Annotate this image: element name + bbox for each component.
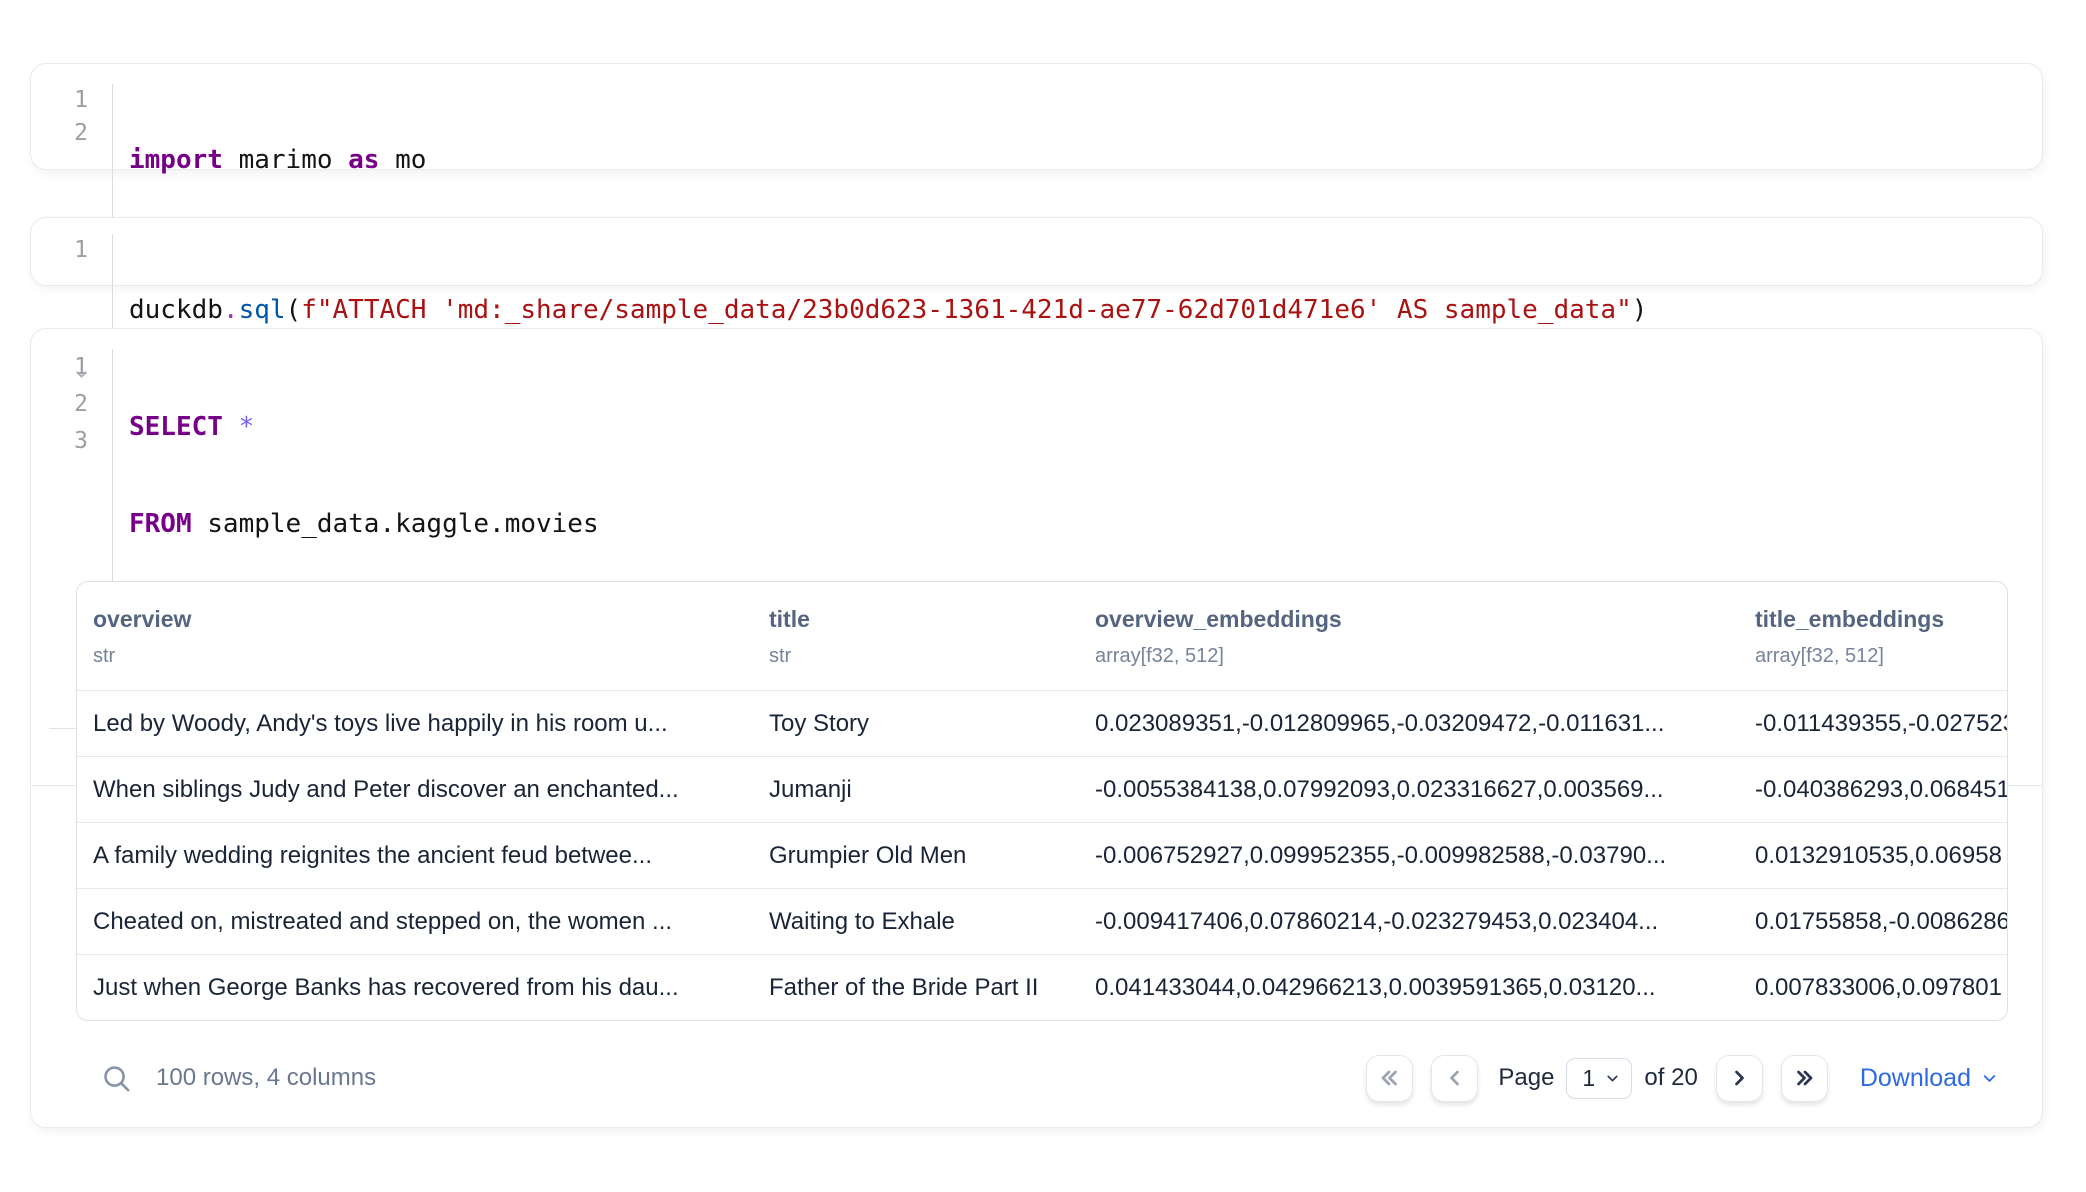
cell-overview: When siblings Judy and Peter discover an… <box>77 776 753 804</box>
chevron-down-icon <box>1604 1070 1621 1087</box>
cell-overview-embeddings: -0.006752927,0.099952355,-0.009982588,-0… <box>1079 842 1739 870</box>
code-token: duckdb <box>129 295 223 325</box>
page-label: Page <box>1498 1064 1554 1092</box>
code-line: duckdb.sql(f"ATTACH 'md:_share/sample_da… <box>129 294 1647 327</box>
code-token: sample_data.kaggle.movies <box>192 509 599 539</box>
code-line: FROM sample_data.kaggle.movies <box>129 506 599 543</box>
operator-token: . <box>223 295 239 325</box>
line-number: 1 <box>31 84 88 117</box>
double-chevron-right-icon <box>1792 1066 1816 1090</box>
code-token: ( <box>286 295 302 325</box>
cell-overview-embeddings: 0.041433044,0.042966213,0.0039591365,0.0… <box>1079 974 1739 1002</box>
cell-title: Jumanji <box>753 776 1079 804</box>
cell-overview: Cheated on, mistreated and stepped on, t… <box>77 908 753 936</box>
sql-cell[interactable]: 1 2 3 SELECT * FROM sample_data.kaggle.m… <box>30 328 2043 1128</box>
table-row: Just when George Banks has recovered fro… <box>77 954 2007 1020</box>
cell-title-embeddings: -0.040386293,0.068451 <box>1739 776 2007 804</box>
column-header-title[interactable]: title str <box>753 606 1079 668</box>
next-page-button[interactable] <box>1716 1055 1763 1102</box>
cell-title: Father of the Bride Part II <box>753 974 1079 1002</box>
line-number: 3 <box>31 423 88 460</box>
column-header-overview-embeddings[interactable]: overview_embeddings array[f32, 512] <box>1079 606 1739 668</box>
table-row: When siblings Judy and Peter discover an… <box>77 756 2007 822</box>
table-row: A family wedding reignites the ancient f… <box>77 822 2007 888</box>
row-count-summary: 100 rows, 4 columns <box>156 1064 376 1092</box>
download-button[interactable]: Download <box>1860 1064 1999 1093</box>
page-total-label: of 20 <box>1644 1064 1697 1092</box>
chevron-down-icon <box>1980 1069 1999 1088</box>
code-token <box>223 412 239 442</box>
table-header-row: overview str title str overview_embeddin… <box>77 582 2007 690</box>
table-footer: 100 rows, 4 columns Page 1 of 20 Downlo <box>76 1029 1999 1127</box>
code-token: ) <box>1632 295 1648 325</box>
search-icon[interactable] <box>101 1063 132 1094</box>
cell-overview-embeddings: 0.023089351,-0.012809965,-0.03209472,-0.… <box>1079 710 1739 738</box>
double-chevron-left-icon <box>1378 1066 1402 1090</box>
string-token: f"ATTACH 'md:_share/sample_data/23b0d623… <box>301 295 1632 325</box>
keyword-token: SELECT <box>129 412 223 442</box>
column-header-overview[interactable]: overview str <box>77 606 753 668</box>
cell-overview: Led by Woody, Andy's toys live happily i… <box>77 710 753 738</box>
download-label: Download <box>1860 1064 1971 1093</box>
cell-title: Grumpier Old Men <box>753 842 1079 870</box>
cell-overview: Just when George Banks has recovered fro… <box>77 974 753 1002</box>
line-number: 2 <box>31 117 88 150</box>
line-number: 1 <box>31 234 88 267</box>
last-page-button[interactable] <box>1781 1055 1828 1102</box>
code-line: import marimo as mo <box>129 144 426 177</box>
pagination: Page 1 of 20 Download <box>1366 1055 1999 1102</box>
table-row: Led by Woody, Andy's toys live happily i… <box>77 690 2007 756</box>
code-line: SELECT * <box>129 409 599 446</box>
line-number: 1 <box>31 349 88 386</box>
cell-overview-embeddings: -0.009417406,0.07860214,-0.023279453,0.0… <box>1079 908 1739 936</box>
table-row: Cheated on, mistreated and stepped on, t… <box>77 888 2007 954</box>
chevron-right-icon <box>1727 1066 1751 1090</box>
first-page-button[interactable] <box>1366 1055 1413 1102</box>
function-token: sql <box>239 295 286 325</box>
cell-title-embeddings: 0.007833006,0.097801 <box>1739 974 2007 1002</box>
page-select[interactable]: 1 <box>1566 1058 1632 1099</box>
prev-page-button[interactable] <box>1431 1055 1478 1102</box>
cell-title: Waiting to Exhale <box>753 908 1079 936</box>
code-cell-attach[interactable]: 1 duckdb.sql(f"ATTACH 'md:_share/sample_… <box>30 217 2043 286</box>
page-select-value: 1 <box>1582 1065 1595 1092</box>
cell-overview: A family wedding reignites the ancient f… <box>77 842 753 870</box>
column-header-title-embeddings[interactable]: title_embeddings array[f32, 512] <box>1739 606 2007 668</box>
line-number: 2 <box>31 386 88 423</box>
keyword-token: import <box>129 145 223 175</box>
keyword-token: FROM <box>129 509 192 539</box>
cell-title-embeddings: 0.0132910535,0.06958 <box>1739 842 2007 870</box>
code-token: mo <box>379 145 426 175</box>
cell-title: Toy Story <box>753 710 1079 738</box>
code-token: marimo <box>223 145 348 175</box>
keyword-token: as <box>348 145 379 175</box>
chevron-left-icon <box>1443 1066 1467 1090</box>
code-cell-imports[interactable]: 1 2 import marimo as mo import duckdb <box>30 63 2043 170</box>
cell-title-embeddings: 0.01755858,-0.0086286 <box>1739 908 2007 936</box>
cell-overview-embeddings: -0.0055384138,0.07992093,0.023316627,0.0… <box>1079 776 1739 804</box>
wildcard-token: * <box>239 412 255 442</box>
result-table: overview str title str overview_embeddin… <box>76 581 2008 1021</box>
cell-title-embeddings: -0.011439355,-0.027523 <box>1739 710 2007 738</box>
